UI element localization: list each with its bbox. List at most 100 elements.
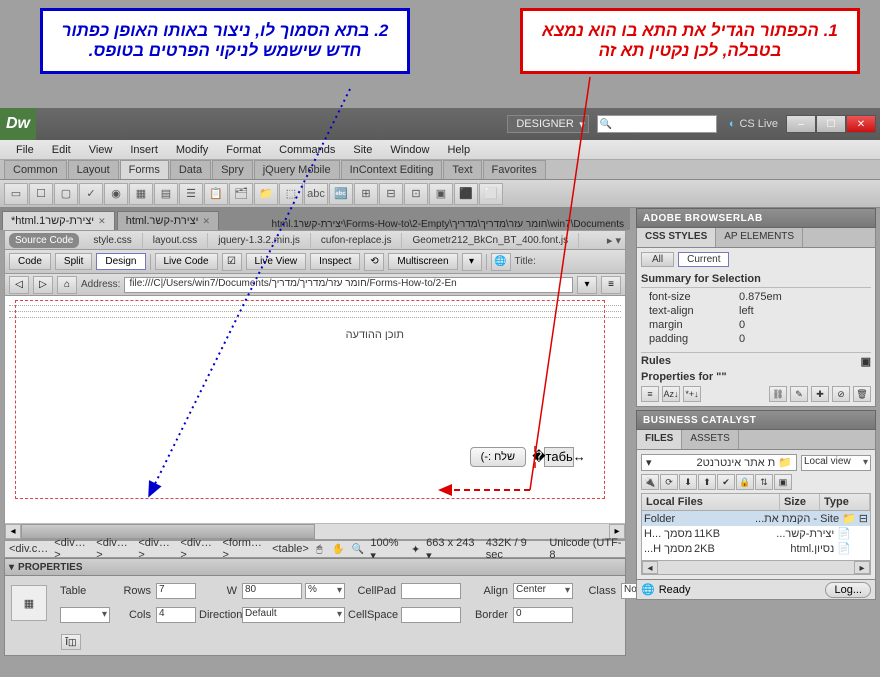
css-property-row[interactable]: font-size0.875em — [641, 290, 871, 304]
close-tab-icon[interactable]: ✕ — [98, 216, 106, 227]
options-icon[interactable]: ≡ — [601, 276, 621, 294]
insert-tool-icon[interactable]: ▦ — [129, 183, 153, 205]
edit-rule-icon[interactable]: ✚ — [811, 386, 829, 402]
menu-view[interactable]: View — [81, 142, 121, 158]
send-button[interactable]: שלח :-) — [470, 447, 526, 467]
design-view-button[interactable]: Design — [96, 253, 145, 270]
insert-tool-icon[interactable]: 🔤 — [329, 183, 353, 205]
tree-row[interactable]: ⊟📁Site - הקמת את...Folder — [642, 511, 870, 526]
menu-commands[interactable]: Commands — [271, 142, 343, 158]
document-tab[interactable]: ✕יצירת-קשר1.html* — [2, 211, 115, 230]
dropdown-icon[interactable]: ▾ — [462, 253, 482, 271]
related-file[interactable]: cufon-replace.js — [311, 233, 403, 248]
related-nav[interactable]: ▸ ▾ — [603, 234, 625, 247]
files-tab[interactable]: FILES — [637, 430, 682, 449]
width-input[interactable]: 80 — [242, 583, 302, 599]
trash-icon[interactable]: 🗑 — [853, 386, 871, 402]
source-code-button[interactable]: Source Code — [9, 233, 79, 248]
tool-icon[interactable]: ✋ — [332, 542, 345, 556]
rows-input[interactable]: 7 — [156, 583, 196, 599]
tool-icon[interactable]: 🔍 — [351, 542, 364, 556]
maximize-button[interactable]: ☐ — [816, 115, 846, 133]
log-button[interactable]: Log... — [825, 582, 871, 598]
insert-tool-icon[interactable]: abc — [304, 183, 328, 205]
ap-elements-tab[interactable]: AP ELEMENTS — [716, 228, 803, 247]
related-file[interactable]: style.css — [83, 233, 142, 248]
inspect-button[interactable]: Inspect — [310, 253, 360, 270]
insert-tool-icon[interactable]: ⊡ — [404, 183, 428, 205]
go-icon[interactable]: ▾ — [577, 276, 597, 294]
back-button[interactable]: ◁ — [9, 276, 29, 294]
multiscreen-button[interactable]: Multiscreen — [388, 253, 457, 270]
close-button[interactable]: ✕ — [846, 115, 876, 133]
insert-tool-icon[interactable]: ▣ — [429, 183, 453, 205]
menu-edit[interactable]: Edit — [44, 142, 79, 158]
connect-icon[interactable]: 🔌 — [641, 474, 659, 490]
menu-file[interactable]: File — [8, 142, 42, 158]
category-tab[interactable]: Common — [4, 160, 67, 179]
css-rules-header[interactable]: Rules▣ — [641, 352, 871, 367]
type-header[interactable]: Type — [820, 494, 870, 510]
insert-tool-icon[interactable]: 🗂 — [229, 183, 253, 205]
insert-tool-icon[interactable]: 📁 — [254, 183, 278, 205]
get-icon[interactable]: ⬇ — [679, 474, 697, 490]
link-icon[interactable]: ⛓ — [769, 386, 787, 402]
cs-live-button[interactable]: CS Live — [729, 118, 778, 130]
category-tab[interactable]: Spry — [212, 160, 253, 179]
insert-tool-icon[interactable]: ⊞ — [354, 183, 378, 205]
category-tab[interactable]: Text — [443, 160, 481, 179]
css-set-icon[interactable]: *+↓ — [683, 386, 701, 402]
home-icon[interactable]: ⌂ — [57, 276, 77, 294]
direction-select[interactable]: Default — [242, 607, 345, 623]
css-property-row[interactable]: text-alignleft — [641, 304, 871, 318]
workspace-switcher[interactable]: DESIGNER — [507, 115, 588, 133]
category-tab[interactable]: Forms — [120, 160, 169, 179]
insert-tool-icon[interactable]: ⬜ — [479, 183, 503, 205]
insert-tool-icon[interactable]: ⊟ — [379, 183, 403, 205]
local-files-header[interactable]: Local Files — [642, 494, 780, 510]
menu-modify[interactable]: Modify — [168, 142, 216, 158]
close-tab-icon[interactable]: ✕ — [202, 216, 210, 227]
checkout-icon[interactable]: ✔ — [717, 474, 735, 490]
insert-tool-icon[interactable]: ◉ — [104, 183, 128, 205]
category-tab[interactable]: Favorites — [483, 160, 546, 179]
sync-icon[interactable]: ⇅ — [755, 474, 773, 490]
tool-icon[interactable]: 🖱 — [313, 542, 326, 556]
css-category-icon[interactable]: ≡ — [641, 386, 659, 402]
category-tab[interactable]: Data — [170, 160, 211, 179]
tag-selector[interactable]: <div.c… — [7, 543, 50, 555]
insert-tool-icon[interactable]: ▢ — [54, 183, 78, 205]
css-all-button[interactable]: All — [641, 252, 674, 267]
files-tree[interactable]: ⊟📁Site - הקמת את...Folder📄יצירת-קשר...11… — [641, 511, 871, 561]
align-select[interactable]: Center — [513, 583, 573, 599]
menu-help[interactable]: Help — [439, 142, 478, 158]
site-select[interactable]: 📁ת אתר אינטרנט2▾ — [641, 454, 797, 471]
expand-icon[interactable]: ▣ — [774, 474, 792, 490]
address-input[interactable]: file:///C|/Users/win7/Documents/חומר עזר… — [124, 277, 573, 293]
code-view-button[interactable]: Code — [9, 253, 51, 270]
width-unit-select[interactable]: % — [305, 583, 345, 599]
tag-selector[interactable]: <table> — [270, 543, 311, 555]
cols-input[interactable]: 4 — [156, 607, 196, 623]
css-property-row[interactable]: padding0 — [641, 332, 871, 346]
checkin-icon[interactable]: 🔒 — [736, 474, 754, 490]
insert-tool-icon[interactable]: ⬛ — [454, 183, 478, 205]
insert-tool-icon[interactable]: ▤ — [154, 183, 178, 205]
category-tab[interactable]: InContext Editing — [341, 160, 443, 179]
minimize-button[interactable]: – — [786, 115, 816, 133]
disable-icon[interactable]: ⊘ — [832, 386, 850, 402]
size-header[interactable]: Size — [780, 494, 820, 510]
css-styles-tab[interactable]: CSS STYLES — [637, 228, 716, 247]
css-property-row[interactable]: margin0 — [641, 318, 871, 332]
live-view-button[interactable]: Live View — [246, 253, 307, 270]
live-code-button[interactable]: Live Code — [155, 253, 218, 270]
cellspace-input[interactable] — [401, 607, 461, 623]
insert-tool-icon[interactable]: ⬚ — [279, 183, 303, 205]
document-tab[interactable]: ✕יצירת-קשר.html — [117, 211, 219, 230]
insert-tool-icon[interactable]: ✓ — [79, 183, 103, 205]
resize-handle-icon[interactable]: �табь↔ — [544, 447, 574, 467]
border-input[interactable]: 0 — [513, 607, 573, 623]
table-convert-icon[interactable]: Ĩ◫ — [61, 634, 81, 650]
preview-icon[interactable]: 🌐 — [491, 253, 511, 271]
css-az-icon[interactable]: Aᴢ↓ — [662, 386, 680, 402]
